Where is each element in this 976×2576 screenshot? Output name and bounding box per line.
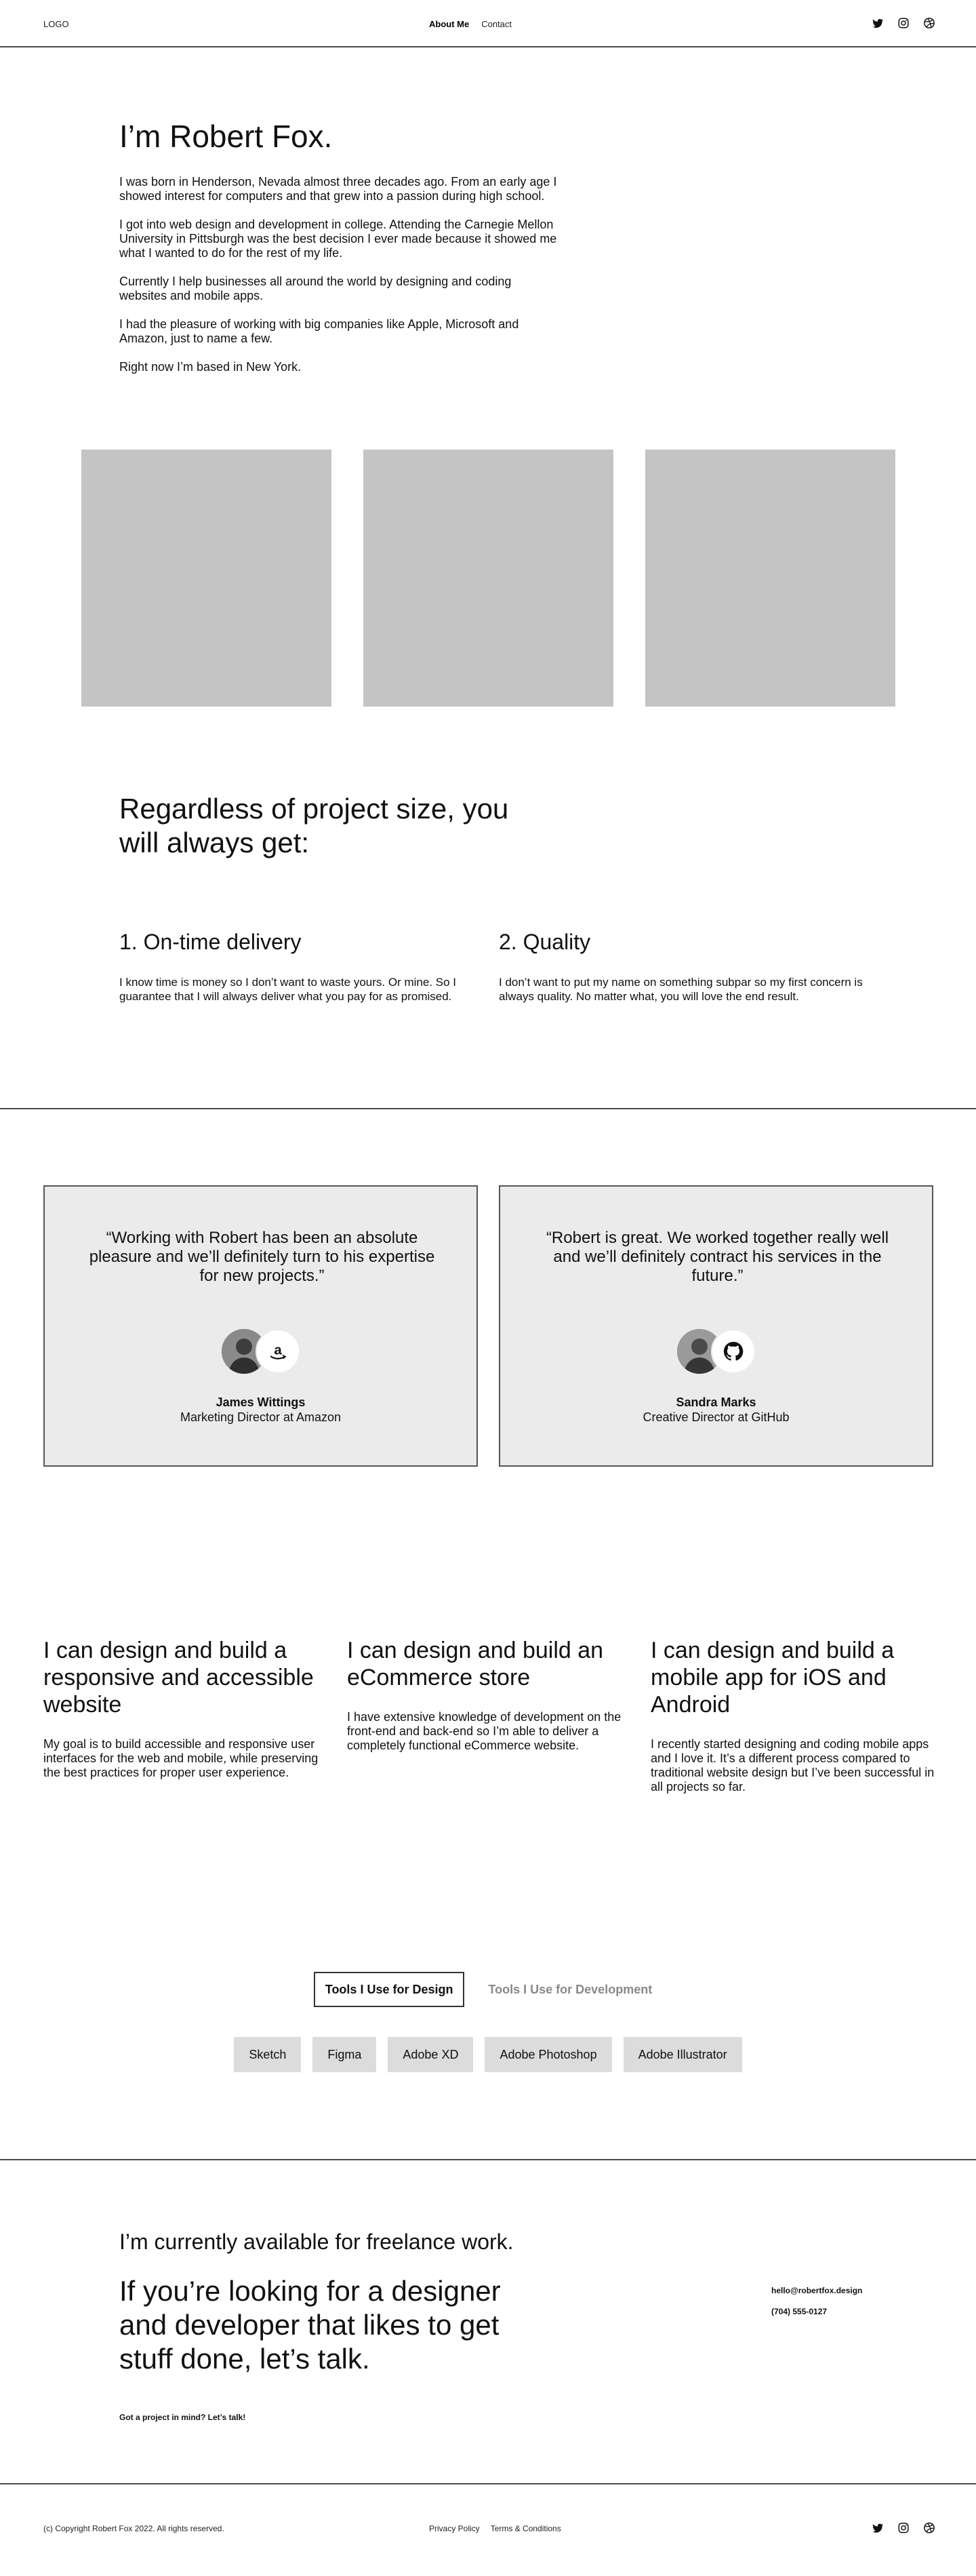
site-header: LOGO About Me Contact	[0, 0, 976, 47]
intro-title: I’m Robert Fox.	[119, 119, 333, 154]
service-text: I have extensive knowledge of developmen…	[347, 1710, 622, 1752]
footer-nav: Privacy Policy Terms & Conditions	[429, 2524, 561, 2533]
intro-paragraph: I was born in Henderson, Nevada almost t…	[119, 175, 557, 203]
service-website: I can design and build a responsive and …	[43, 1637, 328, 1780]
contact-heading: If you’re looking for a designer and dev…	[119, 2275, 501, 2375]
github-logo-icon	[710, 1329, 756, 1374]
promise-heading: Regardless of project size, you will alw…	[119, 793, 509, 858]
social-links	[872, 17, 935, 29]
nav-about-me[interactable]: About Me	[429, 19, 469, 29]
section-divider	[0, 2159, 976, 2160]
twitter-icon[interactable]	[872, 17, 884, 29]
feature-text: I know time is money so I don’t want to …	[119, 976, 456, 1003]
terms-link[interactable]: Terms & Conditions	[491, 2524, 561, 2533]
footer-social-links	[872, 2522, 935, 2534]
gallery-image-placeholder	[81, 450, 331, 707]
intro-paragraph: Right now I’m based in New York.	[119, 360, 302, 374]
footer-divider	[0, 2483, 976, 2484]
copyright-text: (c) Copyright Robert Fox 2022. All right…	[43, 2524, 224, 2533]
instagram-icon[interactable]	[897, 2522, 910, 2534]
testimonial-avatars	[676, 1329, 756, 1374]
feature-on-time-delivery: 1. On-time delivery I know time is money…	[119, 930, 485, 1004]
service-title: I can design and build an eCommerce stor…	[347, 1638, 604, 1690]
section-divider	[0, 1108, 976, 1109]
email-link[interactable]: hello@robertfox.design	[771, 2286, 862, 2295]
service-text: I recently started designing and coding …	[651, 1737, 935, 1794]
tools-list: Sketch Figma Adobe XD Adobe Photoshop Ad…	[0, 2037, 976, 2072]
testimonial-quote: “Robert is great. We worked together rea…	[546, 1229, 889, 1285]
intro-paragraph: I got into web design and development in…	[119, 218, 557, 260]
testimonial-role: Marketing Director at Amazon	[180, 1410, 342, 1424]
service-title: I can design and build a responsive and …	[43, 1638, 314, 1718]
gallery-image-placeholder	[645, 450, 895, 707]
testimonial-card: “Working with Robert has been an absolut…	[43, 1185, 478, 1467]
testimonial-avatars: a	[221, 1329, 300, 1374]
amazon-logo-icon: a	[255, 1329, 300, 1374]
tool-chip: Adobe Photoshop	[485, 2037, 612, 2072]
intro-paragraph: Currently I help businesses all around t…	[119, 275, 512, 302]
service-mobile-app: I can design and build a mobile app for …	[651, 1637, 935, 1794]
nav-contact[interactable]: Contact	[481, 19, 512, 29]
dribbble-icon[interactable]	[923, 2522, 935, 2534]
service-title: I can design and build a mobile app for …	[651, 1638, 895, 1718]
intro-bio: I was born in Henderson, Nevada almost t…	[119, 175, 560, 389]
gallery-image-placeholder	[363, 450, 613, 707]
feature-title: 2. Quality	[499, 930, 591, 954]
main-nav: About Me Contact	[429, 19, 512, 29]
testimonial-card: “Robert is great. We worked together rea…	[499, 1185, 933, 1467]
tool-chip: Figma	[312, 2037, 377, 2072]
feature-quality: 2. Quality I don’t want to put my name o…	[499, 930, 865, 1004]
testimonial-quote: “Working with Robert has been an absolut…	[89, 1229, 435, 1285]
feature-text: I don’t want to put my name on something…	[499, 976, 863, 1003]
testimonial-name: James Wittings	[216, 1395, 306, 1409]
contact-cta-link[interactable]: Got a project in mind? Let’s talk!	[119, 2413, 245, 2422]
tab-design-tools[interactable]: Tools I Use for Design	[313, 1972, 465, 2007]
testimonial-name: Sandra Marks	[676, 1395, 756, 1409]
intro-paragraph: I had the pleasure of working with big c…	[119, 317, 519, 345]
tab-development-tools[interactable]: Tools I Use for Development	[478, 1972, 662, 2007]
tool-chip: Sketch	[234, 2037, 302, 2072]
testimonial-role: Creative Director at GitHub	[643, 1410, 790, 1424]
tool-chip: Adobe Illustrator	[623, 2037, 742, 2072]
service-text: My goal is to build accessible and respo…	[43, 1737, 319, 1779]
dribbble-icon[interactable]	[923, 17, 935, 29]
twitter-icon[interactable]	[872, 2522, 884, 2534]
svg-text:a: a	[274, 1343, 282, 1358]
tools-tabs: Tools I Use for Design Tools I Use for D…	[0, 1972, 976, 2007]
availability-heading: I’m currently available for freelance wo…	[119, 2230, 514, 2254]
tool-chip: Adobe XD	[388, 2037, 474, 2072]
feature-title: 1. On-time delivery	[119, 930, 302, 954]
phone-link[interactable]: (704) 555-0127	[771, 2307, 827, 2316]
logo[interactable]: LOGO	[43, 19, 69, 29]
instagram-icon[interactable]	[897, 17, 910, 29]
privacy-policy-link[interactable]: Privacy Policy	[429, 2524, 480, 2533]
service-ecommerce: I can design and build an eCommerce stor…	[347, 1637, 632, 1753]
